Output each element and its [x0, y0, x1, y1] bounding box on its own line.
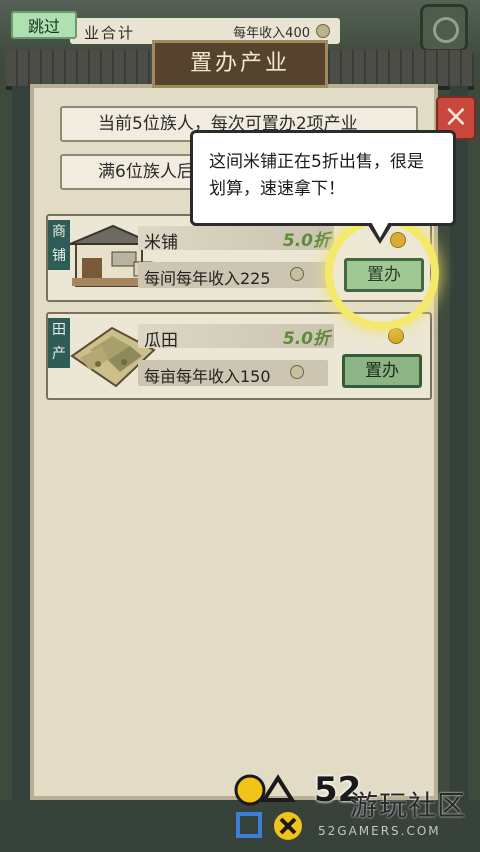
discount-label: 5.0折 — [282, 231, 330, 251]
coin-icon — [316, 24, 330, 38]
coin-icon — [290, 365, 304, 379]
discount-label: 5.0折 — [282, 329, 330, 349]
category-tag: 田产 — [48, 318, 70, 368]
annual-income-label: 每年收入400 — [233, 26, 310, 41]
tooltip-text: 这间米铺正在5折出售，很是划算，速速拿下！ — [209, 152, 424, 199]
income-label: 每间每年收入225 — [144, 269, 271, 288]
property-name-bar: 米铺 5.0折 — [138, 226, 334, 253]
tooltip-tail-inner — [370, 220, 390, 238]
property-name: 瓜田 — [144, 331, 178, 351]
watermark-text: 游玩社区 — [350, 789, 467, 822]
close-icon: × — [443, 99, 469, 134]
skip-button[interactable]: 跳过 — [11, 11, 77, 39]
watermark-url: 52GAMERS.COM — [318, 824, 441, 838]
watermark-logo-icon — [234, 774, 302, 840]
watermark: 52 游玩社区 52GAMERS.COM — [232, 770, 472, 842]
left-pillar — [12, 86, 30, 806]
map-icon[interactable] — [420, 4, 468, 52]
income-bar: 每亩每年收入150 — [138, 360, 328, 386]
category-tag: 商铺 — [48, 220, 70, 270]
dialog-title: 置办产业 — [152, 40, 328, 88]
gold-coin-icon — [388, 328, 404, 344]
coin-icon — [290, 267, 304, 281]
property-name-bar: 瓜田 5.0折 — [138, 324, 334, 351]
summary-label: 业合计 — [84, 24, 136, 42]
income-label: 每亩每年收入150 — [144, 367, 271, 386]
buy-button-melon-field[interactable]: 置办 — [342, 354, 422, 388]
property-name: 米铺 — [144, 233, 178, 253]
tutorial-tooltip: 这间米铺正在5折出售，很是划算，速速拿下！ — [190, 130, 456, 226]
income-bar: 每间每年收入225 — [138, 262, 328, 288]
